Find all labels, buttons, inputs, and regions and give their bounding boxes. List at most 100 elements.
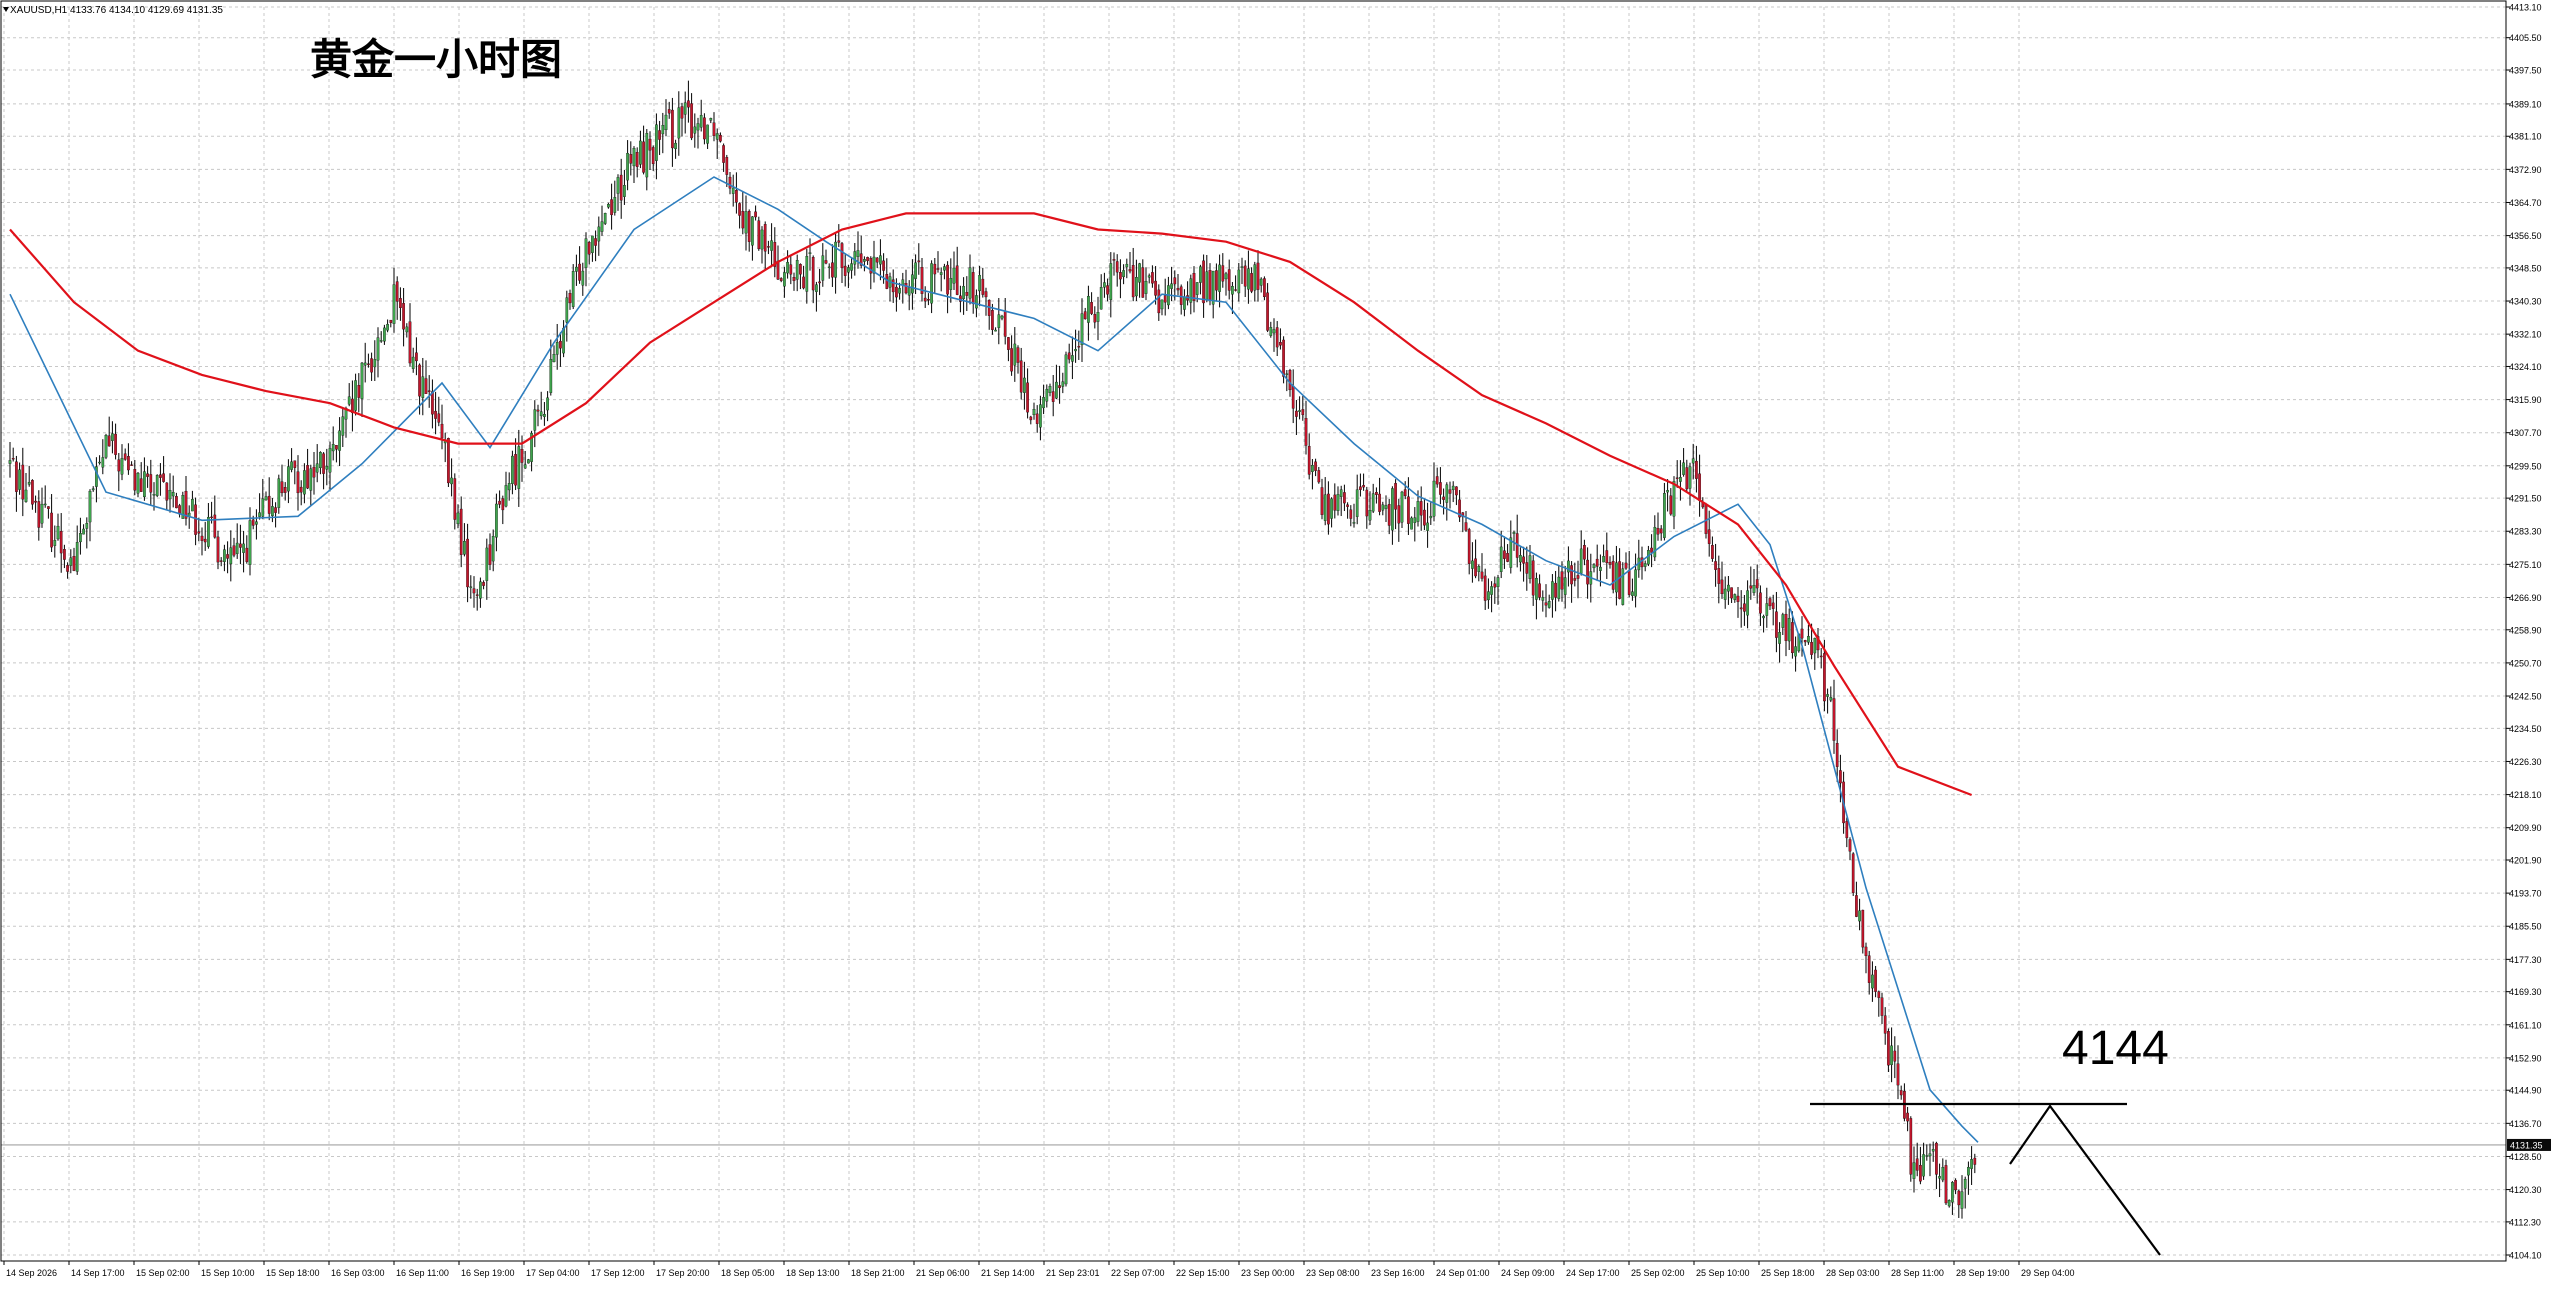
bull-candle	[1535, 578, 1538, 600]
bull-candle	[325, 466, 329, 470]
current-price-label: 4131.35	[2510, 1140, 2543, 1150]
bear-candle	[232, 545, 236, 556]
bull-candle	[319, 452, 322, 469]
y-tick-label: 4381.10	[2509, 132, 2542, 142]
bull-candle	[1547, 601, 1551, 608]
bull-candle	[706, 124, 709, 144]
bear-candle	[139, 478, 143, 492]
bear-candle	[1157, 289, 1161, 314]
bull-candle	[1781, 614, 1785, 628]
bull-candle	[805, 256, 809, 292]
bear-candle	[1365, 489, 1369, 517]
bear-candle	[1720, 579, 1724, 595]
bull-candle	[562, 327, 565, 354]
x-tick-label: 23 Sep 08:00	[1306, 1268, 1360, 1278]
bull-candle	[91, 488, 95, 491]
bear-candle	[735, 190, 738, 203]
bull-candle	[1032, 409, 1036, 416]
bull-candle	[1541, 597, 1545, 601]
bear-candle	[1605, 550, 1609, 564]
x-tick-label: 15 Sep 02:00	[136, 1268, 190, 1278]
bull-candle	[1679, 477, 1682, 482]
bull-candle	[632, 148, 636, 167]
bull-candle	[1269, 327, 1273, 336]
bull-candle	[1055, 381, 1058, 399]
bull-candle	[456, 512, 460, 525]
bear-candle	[1583, 545, 1586, 560]
bull-candle	[565, 297, 569, 323]
bear-candle	[1618, 561, 1621, 599]
bear-candle	[1035, 413, 1039, 424]
bull-candle	[1970, 1159, 1973, 1169]
bear-candle	[1467, 529, 1471, 564]
bull-candle	[1445, 484, 1449, 503]
bear-candle	[1128, 269, 1132, 272]
bear-candle	[1570, 565, 1573, 585]
bull-candle	[1451, 485, 1455, 491]
x-tick-label: 24 Sep 17:00	[1566, 1268, 1620, 1278]
bear-candle	[424, 378, 428, 394]
bull-candle	[744, 211, 748, 234]
bull-candle	[1938, 1176, 1941, 1179]
bear-candle	[1397, 505, 1401, 524]
bull-candle	[79, 533, 82, 543]
x-tick-label: 25 Sep 10:00	[1696, 1268, 1750, 1278]
bear-candle	[216, 536, 220, 563]
bull-candle	[696, 123, 700, 131]
bear-candle	[293, 460, 297, 468]
bull-candle	[111, 433, 114, 441]
bear-candle	[335, 445, 338, 450]
bear-candle	[1333, 494, 1337, 511]
bull-candle	[495, 503, 498, 538]
bull-candle	[1237, 269, 1241, 294]
bull-candle	[613, 197, 617, 213]
bull-candle	[303, 470, 306, 495]
bear-candle	[274, 507, 277, 513]
bull-candle	[1199, 266, 1202, 283]
bull-candle	[1413, 517, 1417, 524]
bull-candle	[600, 221, 604, 232]
bear-candle	[1675, 477, 1679, 479]
bear-candle	[1784, 613, 1788, 641]
bull-candle	[907, 287, 911, 296]
bull-candle	[1813, 637, 1817, 654]
bull-candle	[1330, 498, 1333, 519]
x-tick-label: 23 Sep 00:00	[1241, 1268, 1295, 1278]
bear-candle	[1455, 486, 1458, 496]
bear-candle	[728, 176, 732, 189]
bear-candle	[779, 278, 783, 281]
bear-candle	[431, 391, 434, 415]
x-tick-label: 28 Sep 11:00	[1891, 1268, 1944, 1278]
bear-candle	[1131, 265, 1135, 298]
bear-candle	[629, 154, 633, 164]
bear-candle	[1307, 445, 1311, 475]
bull-candle	[821, 255, 825, 281]
bear-candle	[754, 211, 757, 218]
y-tick-label: 4389.10	[2509, 99, 2542, 109]
bear-candle	[37, 501, 41, 528]
bull-candle	[693, 126, 697, 134]
bear-candle	[837, 240, 841, 243]
bear-candle	[1586, 559, 1589, 585]
bull-candle	[88, 490, 92, 523]
bear-candle	[1768, 598, 1772, 607]
bull-candle	[207, 516, 210, 547]
bear-candle	[971, 272, 975, 304]
bull-candle	[242, 543, 245, 553]
bear-candle	[267, 495, 271, 514]
bear-candle	[399, 298, 402, 309]
bear-candle	[1346, 504, 1349, 507]
bear-candle	[917, 260, 921, 263]
y-tick-label: 4152.90	[2509, 1053, 2542, 1063]
bear-candle	[680, 106, 684, 119]
bull-candle	[1567, 560, 1570, 573]
bull-candle	[1778, 631, 1781, 644]
bear-candle	[1736, 595, 1740, 602]
bear-candle	[1493, 583, 1497, 588]
y-tick-label: 4413.10	[2509, 3, 2542, 13]
bull-candle	[120, 458, 124, 475]
bull-candle	[1890, 1045, 1893, 1066]
bear-candle	[1899, 1090, 1903, 1096]
bear-candle	[1506, 553, 1509, 562]
bull-candle	[1512, 532, 1516, 534]
